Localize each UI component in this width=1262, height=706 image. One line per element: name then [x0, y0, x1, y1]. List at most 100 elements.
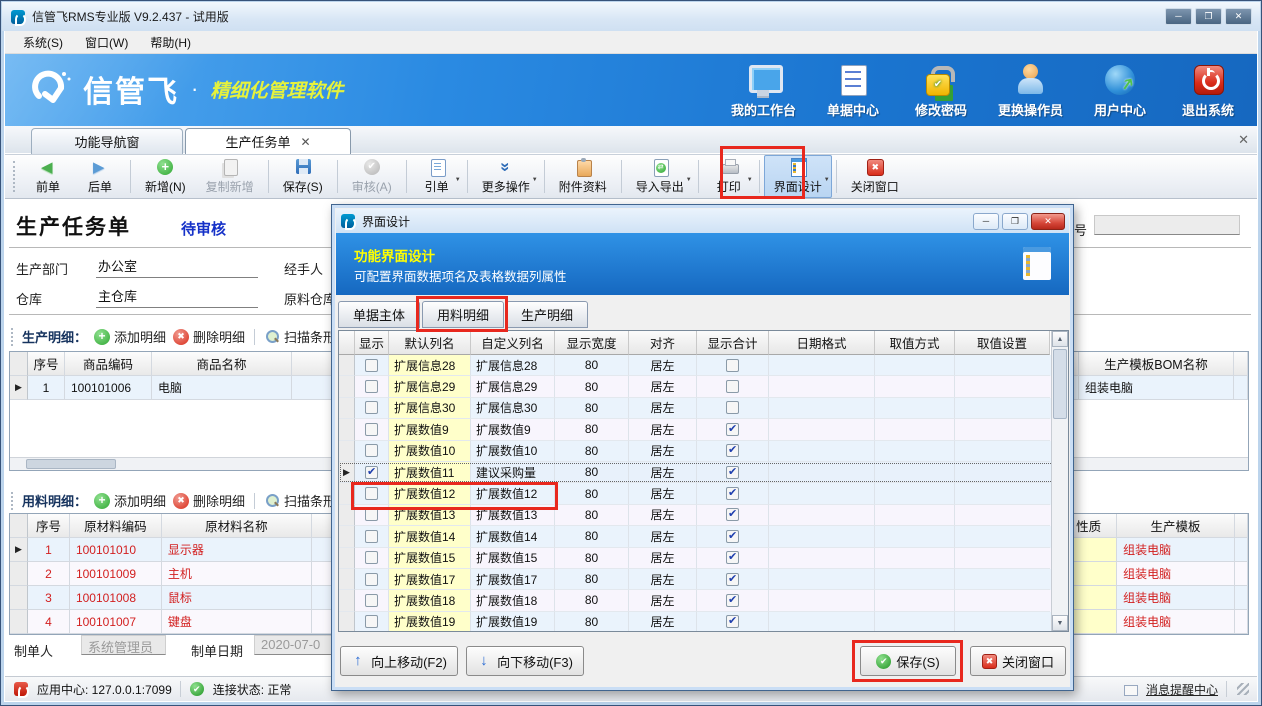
tab-function-nav[interactable]: 功能导航窗: [31, 128, 183, 154]
width-cell[interactable]: 80: [555, 590, 629, 611]
date-format-cell[interactable]: [769, 505, 875, 526]
custom-name-cell[interactable]: 扩展数值18: [471, 590, 555, 611]
move-down-button[interactable]: 向下移动(F3): [466, 646, 584, 676]
align-cell[interactable]: 居左: [629, 483, 697, 504]
show-checkbox[interactable]: [365, 466, 378, 479]
vertical-scrollbar[interactable]: ▲ ▼: [1051, 331, 1068, 631]
align-cell[interactable]: 居左: [629, 376, 697, 397]
banner-action[interactable]: 修改密码: [910, 64, 972, 119]
show-checkbox[interactable]: [365, 530, 378, 543]
section-action-button[interactable]: 删除明细: [173, 491, 245, 510]
close-window-button[interactable]: 关闭窗口: [970, 646, 1066, 676]
sum-checkbox[interactable]: [726, 423, 739, 436]
close-button[interactable]: ✕: [1225, 8, 1252, 25]
toolbar-button[interactable]: 审核(A) ▼: [342, 155, 402, 198]
scrollbar-thumb[interactable]: [26, 459, 116, 469]
value-setting-cell[interactable]: [955, 526, 1050, 547]
maximize-button[interactable]: ❐: [1195, 8, 1222, 25]
banner-action[interactable]: 我的工作台: [731, 64, 796, 119]
value-setting-cell[interactable]: [955, 548, 1050, 569]
date-format-cell[interactable]: [769, 483, 875, 504]
value-mode-cell[interactable]: [875, 462, 955, 483]
value-setting-cell[interactable]: [955, 612, 1050, 632]
value-mode-cell[interactable]: [875, 398, 955, 419]
show-checkbox[interactable]: [365, 444, 378, 457]
sum-checkbox[interactable]: [726, 551, 739, 564]
config-row[interactable]: ▶ 扩展数值18 扩展数值18 80 居左: [339, 590, 1068, 611]
value-setting-cell[interactable]: [955, 376, 1050, 397]
col-code[interactable]: 原材料编码: [70, 514, 162, 538]
date-format-cell[interactable]: [769, 548, 875, 569]
sum-checkbox[interactable]: [726, 444, 739, 457]
dialog-minimize-button[interactable]: ─: [973, 213, 999, 230]
config-row[interactable]: ▶ 扩展数值19 扩展数值19 80 居左: [339, 612, 1068, 632]
dropdown-arrow-icon[interactable]: ▼: [686, 177, 692, 183]
date-format-cell[interactable]: [769, 441, 875, 462]
width-cell[interactable]: 80: [555, 526, 629, 547]
col-code[interactable]: 商品编码: [65, 352, 152, 376]
dialog-tab-production-detail[interactable]: 生产明细: [506, 301, 588, 328]
show-checkbox[interactable]: [365, 573, 378, 586]
value-setting-cell[interactable]: [955, 483, 1050, 504]
width-cell[interactable]: 80: [555, 398, 629, 419]
toolbar-button[interactable]: 更多操作 ▼: [472, 155, 540, 198]
col-width[interactable]: 显示宽度: [555, 331, 629, 355]
col-align[interactable]: 对齐: [629, 331, 697, 355]
value-mode-cell[interactable]: [875, 548, 955, 569]
col-template[interactable]: 生产模板: [1117, 514, 1235, 538]
value-mode-cell[interactable]: [875, 419, 955, 440]
custom-name-cell[interactable]: 扩展数值10: [471, 441, 555, 462]
sum-checkbox[interactable]: [726, 615, 739, 628]
show-checkbox[interactable]: [365, 423, 378, 436]
config-row[interactable]: ▶ 扩展数值11 建议采购量 80 居左: [339, 462, 1068, 483]
date-format-cell[interactable]: [769, 462, 875, 483]
toolbar-button[interactable]: 复制新增 ▼: [196, 155, 264, 198]
value-mode-cell[interactable]: [875, 612, 955, 632]
tabstrip-close-icon[interactable]: ✕: [1238, 132, 1249, 148]
sum-checkbox[interactable]: [726, 380, 739, 393]
sum-checkbox[interactable]: [726, 573, 739, 586]
toolbar-button[interactable]: 引单 ▼: [411, 155, 463, 198]
tab-close-icon[interactable]: ✕: [300, 135, 310, 149]
align-cell[interactable]: 居左: [629, 505, 697, 526]
config-row[interactable]: ▶ 扩展信息28 扩展信息28 80 居左: [339, 355, 1068, 376]
align-cell[interactable]: 居左: [629, 441, 697, 462]
dialog-tab-doc-body[interactable]: 单据主体: [338, 301, 420, 328]
value-setting-cell[interactable]: [955, 419, 1050, 440]
width-cell[interactable]: 80: [555, 441, 629, 462]
width-cell[interactable]: 80: [555, 548, 629, 569]
value-setting-cell[interactable]: [955, 441, 1050, 462]
date-format-cell[interactable]: [769, 376, 875, 397]
custom-name-cell[interactable]: 扩展信息30: [471, 398, 555, 419]
date-format-cell[interactable]: [769, 398, 875, 419]
custom-name-cell[interactable]: 扩展数值19: [471, 612, 555, 632]
col-bom[interactable]: 生产模板BOM名称: [1079, 352, 1234, 376]
align-cell[interactable]: 居左: [629, 355, 697, 376]
value-mode-cell[interactable]: [875, 505, 955, 526]
value-setting-cell[interactable]: [955, 462, 1050, 483]
value-mode-cell[interactable]: [875, 355, 955, 376]
width-cell[interactable]: 80: [555, 376, 629, 397]
custom-name-cell[interactable]: 扩展数值9: [471, 419, 555, 440]
date-format-cell[interactable]: [769, 612, 875, 632]
width-cell[interactable]: 80: [555, 569, 629, 590]
col-show-sum[interactable]: 显示合计: [697, 331, 769, 355]
banner-action[interactable]: 更换操作员: [998, 64, 1063, 119]
banner-action[interactable]: 单据中心: [822, 64, 884, 119]
date-format-cell[interactable]: [769, 590, 875, 611]
dialog-maximize-button[interactable]: ❐: [1002, 213, 1028, 230]
value-mode-cell[interactable]: [875, 483, 955, 504]
align-cell[interactable]: 居左: [629, 569, 697, 590]
section-action-button[interactable]: 删除明细: [173, 327, 245, 346]
value-setting-cell[interactable]: [955, 398, 1050, 419]
value-mode-cell[interactable]: [875, 376, 955, 397]
show-checkbox[interactable]: [365, 615, 378, 628]
col-value-setting[interactable]: 取值设置: [955, 331, 1050, 355]
sum-checkbox[interactable]: [726, 594, 739, 607]
show-checkbox[interactable]: [365, 594, 378, 607]
toolbar-button[interactable]: 打印 ▼: [703, 155, 755, 198]
custom-name-cell[interactable]: 建议采购量: [471, 462, 555, 483]
show-checkbox[interactable]: [365, 401, 378, 414]
show-checkbox[interactable]: [365, 551, 378, 564]
date-format-cell[interactable]: [769, 419, 875, 440]
